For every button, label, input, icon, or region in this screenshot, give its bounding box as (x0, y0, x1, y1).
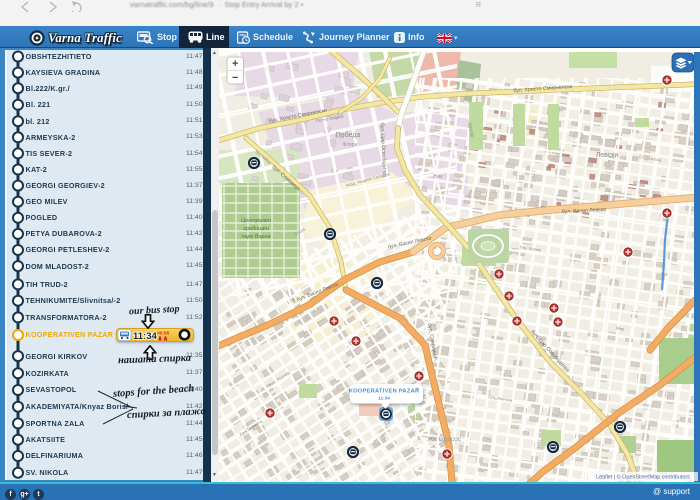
svg-text:≈0:55: ≈0:55 (157, 330, 170, 336)
svg-text:Leaflet | © OpenStreetMap cont: Leaflet | © OpenStreetMap contributors (596, 474, 690, 481)
svg-text:парк Варна: парк Варна (241, 234, 270, 240)
svg-text:гробищен: гробищен (243, 226, 269, 232)
svg-text:11:34: 11:34 (133, 331, 157, 342)
svg-text:Победа: Победа (336, 131, 361, 139)
svg-text:Флора: Флора (343, 142, 358, 148)
svg-text:Левски: Левски (596, 152, 619, 159)
svg-text:−: − (232, 72, 238, 84)
svg-text:ЖК Одесос: ЖК Одесос (427, 436, 462, 443)
svg-text:Централен: Централен (241, 218, 271, 224)
svg-text:Вик: Вик (433, 174, 443, 180)
svg-text:11:34: 11:34 (378, 396, 390, 401)
svg-text:+: + (232, 58, 238, 70)
svg-text:×: × (415, 386, 419, 393)
svg-text:KOOPERATIVEN PAZAR: KOOPERATIVEN PAZAR (349, 389, 420, 395)
